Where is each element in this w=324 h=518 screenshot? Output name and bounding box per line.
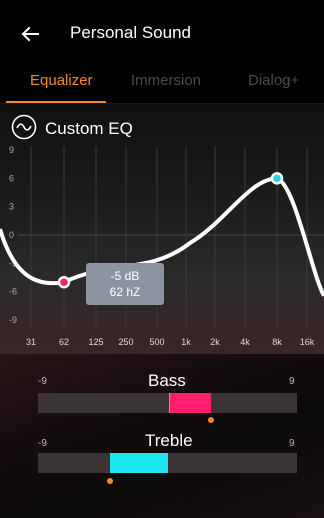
tooltip-frequency: 62 hZ [109, 285, 141, 299]
bass-label: Bass [148, 371, 186, 390]
page-title: Personal Sound [70, 23, 191, 42]
treble-max-label: 9 [289, 438, 295, 449]
bass-max-label: 9 [289, 376, 295, 387]
eq-x-tick-label: 8k [272, 337, 282, 347]
tab-dialog-plus[interactable]: Dialog+ [248, 72, 299, 89]
eq-x-tick-label: 31 [26, 337, 36, 347]
eq-x-tick-label: 2k [210, 337, 220, 347]
eq-x-tick-label: 4k [240, 337, 250, 347]
tab-bar: Equalizer Immersion Dialog+ [0, 64, 324, 104]
eq-y-tick-label: -6 [9, 287, 17, 297]
eq-tooltip: -5 dB 62 hZ [86, 263, 164, 305]
treble-slider-fill [109, 453, 169, 473]
eq-y-tick-label: 3 [9, 202, 14, 212]
eq-y-tick-label: 0 [9, 230, 14, 240]
eq-point-8k[interactable] [270, 172, 284, 185]
eq-y-tick-label: -9 [9, 315, 17, 325]
eq-x-tick-label: 500 [149, 337, 164, 347]
eq-x-tick-label: 125 [88, 337, 103, 347]
treble-label: Treble [145, 431, 193, 450]
bass-slider-handle[interactable] [207, 417, 214, 423]
tooltip-gain: -5 dB [110, 269, 140, 283]
bass-min-label: -9 [38, 376, 47, 387]
eq-x-tick-label: 62 [59, 337, 69, 347]
treble-slider-handle[interactable] [106, 478, 113, 484]
tab-immersion[interactable]: Immersion [131, 72, 201, 89]
eq-x-tick-label: 1k [181, 337, 191, 347]
back-arrow-icon[interactable] [16, 20, 44, 48]
eq-point-62hz[interactable] [57, 275, 71, 289]
treble-slider[interactable] [38, 453, 297, 473]
eq-graph[interactable]: 9630-3-6-9 31 62 125 250 500 1k 2k 4k 8k 16k [0, 104, 324, 354]
treble-min-label: -9 [38, 438, 47, 449]
eq-x-tick-label: 16k [300, 337, 315, 347]
eq-y-tick-label: 9 [9, 145, 14, 155]
bass-slider-fill [168, 393, 211, 413]
tab-equalizer[interactable]: Equalizer [30, 72, 93, 89]
bass-slider[interactable] [38, 393, 297, 413]
eq-x-tick-label: 250 [118, 337, 133, 347]
header: Personal Sound [0, 0, 324, 64]
equalizer-panel: Custom EQ 9 6 3 0 -3 -6 -9 31 62 125 250 500 1k 2k 4k… [0, 104, 324, 354]
eq-y-tick-label: 6 [9, 173, 14, 183]
tone-controls: -9 Bass 9 -9 Treble 9 [0, 354, 324, 518]
